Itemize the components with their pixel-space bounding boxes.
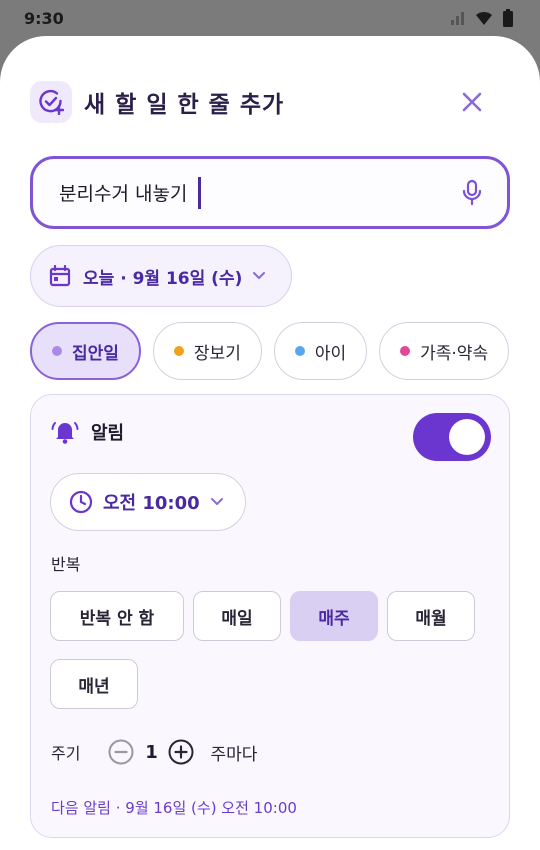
category-chips: 집안일 장보기 아이 가족·약속	[30, 322, 540, 380]
repeat-option-button[interactable]: 반복 안 함	[50, 591, 184, 641]
cycle-row: 주기 1 주마다	[51, 737, 257, 767]
task-input-field[interactable]	[30, 156, 510, 229]
plus-circle-icon	[168, 739, 194, 765]
date-label: 오늘 · 9월 16일 (수)	[83, 268, 243, 289]
chevron-down-icon	[210, 498, 223, 505]
add-task-icon	[30, 81, 72, 123]
sheet-header: 새 할 일 한 줄 추가	[30, 80, 510, 124]
alarm-toggle[interactable]	[413, 413, 491, 461]
status-icons	[450, 9, 514, 27]
battery-icon	[503, 9, 513, 27]
calendar-icon	[49, 265, 71, 287]
repeat-option-button[interactable]: 매년	[50, 659, 138, 709]
cycle-increment-button[interactable]	[168, 739, 194, 765]
cycle-value: 1	[145, 741, 158, 763]
page-title: 새 할 일 한 줄 추가	[84, 92, 285, 118]
category-row: 집안일 장보기 아이 가족·약속	[30, 322, 540, 380]
toggle-knob	[449, 419, 485, 455]
category-chip[interactable]: 아이	[273, 322, 368, 380]
wifi-icon	[476, 11, 492, 25]
minus-circle-icon	[108, 739, 134, 765]
date-picker-chip[interactable]: 오늘 · 9월 16일 (수)	[30, 245, 292, 307]
alarm-bell-icon	[51, 422, 79, 444]
status-bar: 9:30	[0, 0, 540, 36]
alarm-card: 알림 오전 10:00 반복 반복 안 함 매일 매주 매월 매년 주기 1 주…	[30, 394, 510, 838]
cycle-label: 주기	[51, 744, 81, 763]
category-color-dot	[173, 346, 184, 356]
alarm-row: 알림	[51, 419, 124, 445]
cycle-unit: 주마다	[210, 744, 258, 765]
category-chip[interactable]: 집안일	[30, 322, 141, 380]
voice-input-button[interactable]	[457, 178, 487, 208]
microphone-icon	[462, 179, 482, 205]
repeat-label: 반복	[51, 555, 81, 574]
signal-icon	[451, 12, 464, 25]
bottom-sheet: 새 할 일 한 줄 추가 오늘 · 9월 16일 (수)	[0, 36, 540, 850]
category-color-dot	[52, 346, 62, 356]
category-color-dot	[400, 346, 411, 356]
category-color-dot	[294, 346, 305, 356]
next-alarm-text: 다음 알림 · 9월 16일 (수) 오전 10:00	[51, 799, 297, 817]
close-button[interactable]	[454, 84, 490, 120]
category-label: 가족·약속	[420, 343, 489, 364]
repeat-option-button[interactable]: 매주	[290, 591, 378, 641]
repeat-option-button[interactable]: 매월	[387, 591, 475, 641]
text-caret	[198, 176, 201, 209]
category-label: 집안일	[72, 343, 119, 364]
status-time: 9:30	[24, 8, 64, 28]
alarm-time: 오전 10:00	[103, 493, 200, 514]
chevron-down-icon	[253, 272, 266, 279]
clock-icon	[69, 490, 93, 514]
category-chip[interactable]: 가족·약속	[379, 322, 510, 380]
category-chip[interactable]: 장보기	[152, 322, 262, 380]
category-label: 장보기	[193, 343, 241, 364]
task-input[interactable]	[59, 181, 199, 204]
category-label: 아이	[314, 343, 347, 364]
cycle-decrement-button[interactable]	[108, 739, 134, 765]
alarm-time-picker[interactable]: 오전 10:00	[50, 473, 246, 531]
close-icon	[462, 92, 482, 112]
alarm-label: 알림	[91, 423, 125, 444]
repeat-option-button[interactable]: 매일	[193, 591, 281, 641]
